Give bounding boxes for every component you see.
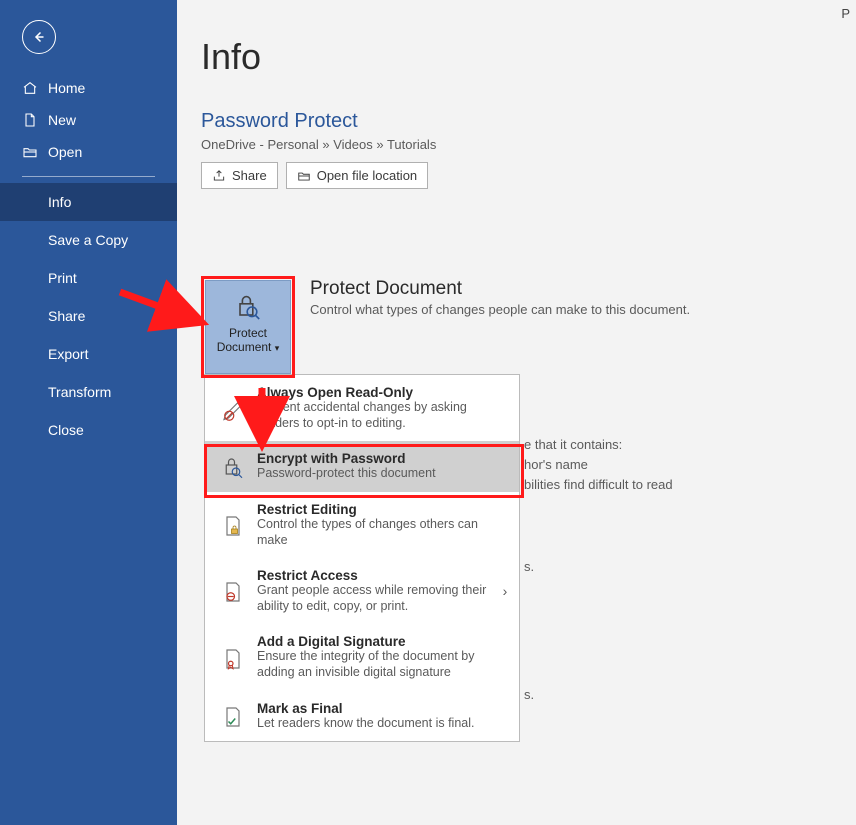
nav-label: Share	[48, 308, 85, 324]
sidebar-item-export[interactable]: Export	[0, 335, 177, 373]
page-title: Info	[201, 36, 856, 78]
bg-text-fragment: s.	[524, 557, 534, 577]
sidebar-divider	[22, 176, 155, 177]
menu-item-desc: Prevent accidental changes by asking rea…	[257, 400, 511, 431]
menu-item-desc: Ensure the integrity of the document by …	[257, 649, 511, 680]
nav-label: Info	[48, 194, 71, 210]
tile-label-1: Protect	[229, 326, 267, 340]
menu-item-title: Restrict Access	[257, 568, 489, 583]
bg-text-fragment: e that it contains:	[524, 435, 622, 455]
nav-label: Save a Copy	[48, 232, 128, 248]
nav-label: Print	[48, 270, 77, 286]
share-icon	[212, 169, 226, 183]
sidebar-item-open[interactable]: Open	[0, 136, 177, 168]
file-icon	[22, 112, 38, 128]
back-arrow-icon	[30, 28, 48, 46]
breadcrumb: OneDrive - Personal » Videos » Tutorials	[201, 137, 856, 152]
menu-item-desc: Let readers know the document is final.	[257, 716, 511, 732]
menu-item-digital-signature[interactable]: Add a Digital SignatureEnsure the integr…	[205, 624, 519, 690]
bg-text-fragment: s.	[524, 685, 534, 705]
nav-label: Transform	[48, 384, 111, 400]
protect-document-menu: Always Open Read-OnlyPrevent accidental …	[204, 374, 520, 742]
file-check-icon	[221, 705, 245, 729]
chevron-down-icon: ▾	[275, 343, 280, 353]
menu-item-restrict-access[interactable]: Restrict AccessGrant people access while…	[205, 558, 519, 624]
bg-text-fragment: hor's name	[524, 455, 588, 475]
folder-open-icon	[297, 169, 311, 183]
nav-label: New	[48, 112, 76, 128]
menu-item-desc: Grant people access while removing their…	[257, 583, 489, 614]
menu-item-restrict-editing[interactable]: Restrict EditingControl the types of cha…	[205, 492, 519, 558]
back-button[interactable]	[22, 20, 56, 54]
tile-label-2: Document	[217, 340, 272, 354]
protect-document-button[interactable]: ProtectDocument ▾	[205, 280, 291, 374]
file-lock-icon	[221, 514, 245, 538]
file-ribbon-icon	[221, 647, 245, 671]
sidebar-item-share[interactable]: Share	[0, 297, 177, 335]
protect-header-sub: Control what types of changes people can…	[310, 302, 690, 317]
menu-item-read-only[interactable]: Always Open Read-OnlyPrevent accidental …	[205, 375, 519, 441]
menu-item-title: Add a Digital Signature	[257, 634, 511, 649]
menu-item-mark-final[interactable]: Mark as FinalLet readers know the docume…	[205, 691, 519, 742]
document-title: Password Protect	[201, 110, 856, 133]
sidebar-item-saveacopy[interactable]: Save a Copy	[0, 221, 177, 259]
protect-document-header: Protect Document Control what types of c…	[310, 278, 690, 317]
menu-item-title: Restrict Editing	[257, 502, 511, 517]
open-file-location-button[interactable]: Open file location	[286, 162, 428, 189]
sidebar-item-print[interactable]: Print	[0, 259, 177, 297]
sidebar-item-transform[interactable]: Transform	[0, 373, 177, 411]
lock-magnify-icon	[232, 291, 264, 323]
sidebar-item-new[interactable]: New	[0, 104, 177, 136]
submenu-chevron-icon: ›	[499, 583, 511, 599]
nav-label: Close	[48, 422, 84, 438]
sidebar-item-info[interactable]: Info	[0, 183, 177, 221]
menu-item-desc: Password-protect this document	[257, 466, 511, 482]
menu-item-title: Mark as Final	[257, 701, 511, 716]
sidebar-item-close[interactable]: Close	[0, 411, 177, 449]
menu-item-encrypt-password[interactable]: Encrypt with PasswordPassword-protect th…	[205, 441, 519, 492]
nav-label: Open	[48, 144, 82, 160]
bg-text-fragment: bilities find difficult to read	[524, 475, 673, 495]
home-icon	[22, 80, 38, 96]
sidebar-item-home[interactable]: Home	[0, 72, 177, 104]
protect-header-title: Protect Document	[310, 278, 690, 300]
pencil-no-icon	[221, 397, 245, 421]
menu-item-title: Encrypt with Password	[257, 451, 511, 466]
nav-label: Export	[48, 346, 88, 362]
topright-badge: P	[841, 6, 850, 21]
file-no-icon	[221, 580, 245, 604]
menu-item-desc: Control the types of changes others can …	[257, 517, 511, 548]
lock-magnify-icon	[221, 456, 245, 480]
backstage-sidebar: Home New Open Info Save a Copy Print Sha…	[0, 0, 177, 825]
share-button-label: Share	[232, 168, 267, 183]
nav-label: Home	[48, 80, 85, 96]
open-file-location-label: Open file location	[317, 168, 417, 183]
menu-item-title: Always Open Read-Only	[257, 385, 511, 400]
share-button[interactable]: Share	[201, 162, 278, 189]
folder-open-icon	[22, 144, 38, 160]
